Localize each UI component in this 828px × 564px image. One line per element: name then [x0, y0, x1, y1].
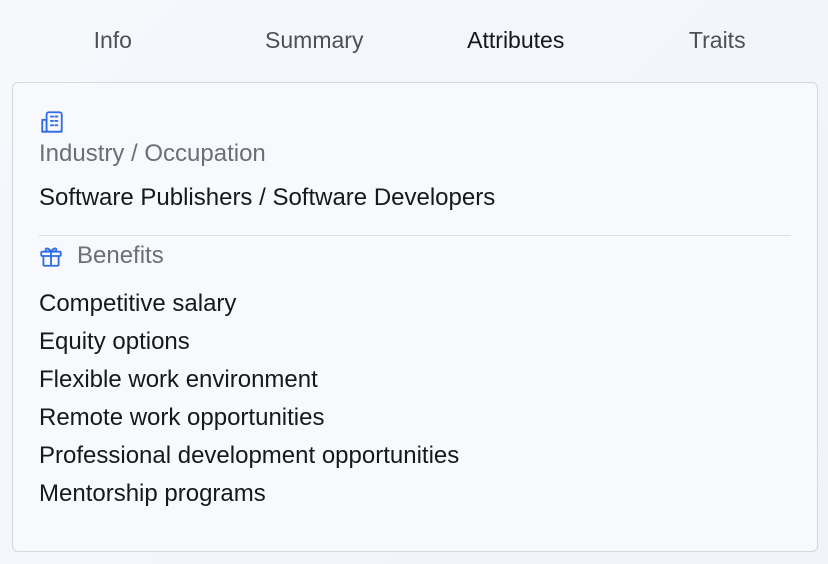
- attributes-panel: Industry / Occupation Software Publisher…: [12, 82, 818, 552]
- industry-label: Industry / Occupation: [39, 140, 266, 167]
- gift-icon: [38, 243, 64, 269]
- industry-value: Software Publishers / Software Developer…: [39, 184, 496, 211]
- section-divider: [39, 235, 791, 236]
- tab-summary[interactable]: Summary: [214, 0, 416, 82]
- list-item: Competitive salary: [39, 290, 237, 317]
- list-item: Flexible work environment: [39, 366, 318, 393]
- benefit-list: Competitive salary Equity options Flexib…: [39, 285, 459, 513]
- building-icon: [39, 109, 65, 135]
- list-item: Mentorship programs: [39, 480, 266, 507]
- tab-traits[interactable]: Traits: [617, 0, 819, 82]
- benefits-label: Benefits: [77, 242, 164, 269]
- list-item: Equity options: [39, 328, 190, 355]
- list-item: Professional development opportunities: [39, 442, 460, 469]
- tab-attributes[interactable]: Attributes: [415, 0, 617, 82]
- tab-bar: Info Summary Attributes Traits: [12, 0, 818, 82]
- list-item: Remote work opportunities: [39, 404, 325, 431]
- tab-info[interactable]: Info: [12, 0, 214, 82]
